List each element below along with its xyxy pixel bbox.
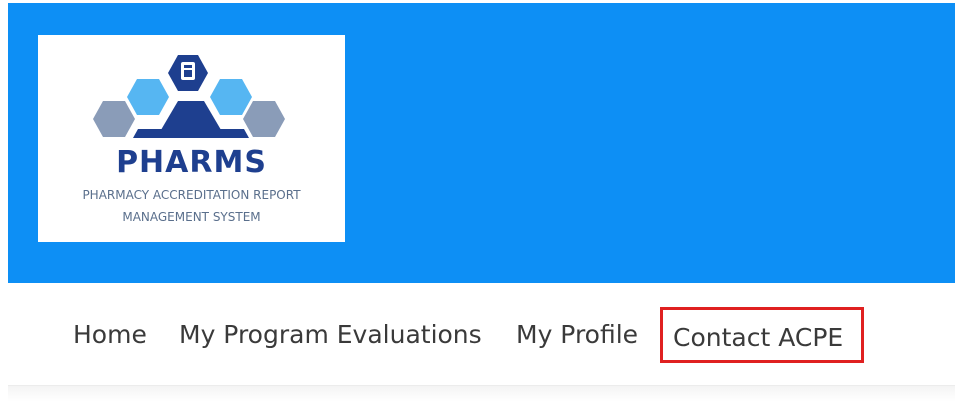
light-blue-hexagon-left — [127, 79, 169, 115]
dark-blue-base-bar — [133, 129, 249, 138]
logo-subtitle-line2: MANAGEMENT SYSTEM — [122, 210, 261, 224]
nav-link-contact-acpe[interactable]: Contact ACPE — [660, 307, 864, 363]
pharms-logo[interactable]: PHARMS PHARMACY ACCREDITATION REPORT MAN… — [38, 35, 345, 242]
nav-link-my-profile[interactable]: My Profile — [516, 317, 638, 353]
grey-hexagon-right — [243, 101, 285, 137]
nav-link-my-program-evaluations[interactable]: My Program Evaluations — [179, 317, 482, 353]
content-divider — [8, 386, 955, 412]
light-blue-hexagon-right — [210, 79, 252, 115]
main-navigation: Home My Program Evaluations My Profile C… — [8, 283, 955, 386]
page: PHARMS PHARMACY ACCREDITATION REPORT MAN… — [0, 0, 955, 412]
nav-link-home[interactable]: Home — [73, 317, 147, 353]
logo-title: PHARMS — [116, 145, 267, 180]
logo-subtitle-line1: PHARMACY ACCREDITATION REPORT — [82, 188, 301, 202]
header-banner: PHARMS PHARMACY ACCREDITATION REPORT MAN… — [8, 3, 955, 283]
grey-hexagon-left — [93, 101, 135, 137]
